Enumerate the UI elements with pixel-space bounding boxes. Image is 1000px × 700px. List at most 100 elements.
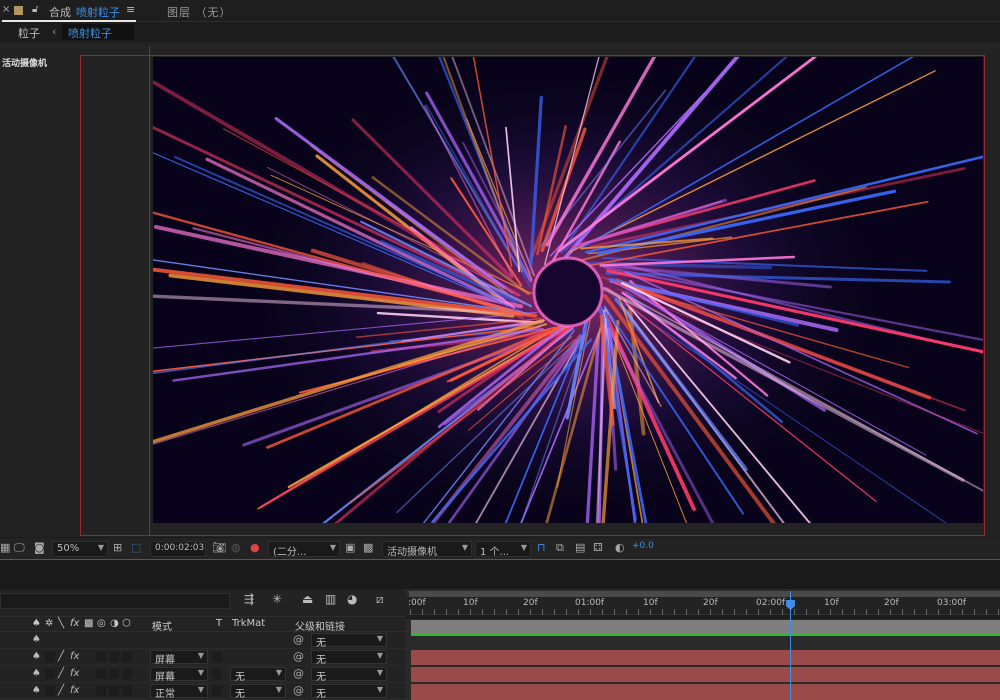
switch-box[interactable] <box>96 669 106 679</box>
mask-path-icon[interactable]: ⬚ <box>131 541 141 557</box>
switch-box[interactable] <box>122 686 132 696</box>
flowchart-icon[interactable]: ⚃ <box>593 541 603 557</box>
chevron-down-icon: ▼ <box>329 543 336 552</box>
color-channels-icon[interactable]: ● <box>250 541 260 557</box>
preserve-transparency-switch[interactable] <box>212 652 222 662</box>
lock-icon[interactable]: 🔓︎ <box>32 4 38 15</box>
monitor-icon[interactable]: 🖵︎ <box>14 541 25 557</box>
layer-duration-bar-adjustment[interactable] <box>411 620 1000 636</box>
camera-value: 活动摄像机 <box>387 547 437 558</box>
parent-dropdown[interactable]: 无 ▼ <box>311 684 387 700</box>
adjustment-column-icon: ◑ <box>110 618 119 629</box>
layer-row[interactable]: ♠ @ 无 ▼ <box>0 632 406 649</box>
preserve-transparency-switch[interactable] <box>212 686 222 696</box>
parent-dropdown[interactable]: 无 ▼ <box>311 633 387 649</box>
snapshot-icon[interactable]: 📷︎ <box>212 541 226 557</box>
switch-box[interactable] <box>109 669 119 679</box>
layer-duration-bar[interactable] <box>411 684 1000 700</box>
blend-mode-value: 屏幕 <box>155 672 175 683</box>
layer-row[interactable]: ♠ ╱ fx 屏幕 ▼ @ 无 ▼ <box>0 649 406 666</box>
camera-dropdown[interactable]: 活动摄像机 ▼ <box>382 541 472 558</box>
chevron-down-icon: ▼ <box>520 543 527 552</box>
fast-previews-icon[interactable]: ⧉ <box>556 541 564 557</box>
fx-icon[interactable]: fx <box>70 651 79 662</box>
switch-box[interactable] <box>109 652 119 662</box>
collapse-switch[interactable] <box>45 686 55 696</box>
motion-blur-icon[interactable]: ◕ <box>347 592 357 606</box>
mask-visibility-icon[interactable]: ◙ <box>34 541 45 557</box>
resolution-dropdown[interactable]: (二分... ▼ <box>268 541 340 558</box>
trkmat-dropdown[interactable]: 无 ▼ <box>230 667 286 683</box>
ruler-label: 10f <box>463 598 478 608</box>
switch-box[interactable] <box>96 652 106 662</box>
layer-row[interactable]: ♠ ╱ fx 正常 ▼ 无 ▼ @ 无 ▼ <box>0 683 406 700</box>
trkmat-dropdown[interactable]: 无 ▼ <box>230 684 286 700</box>
quality-icon[interactable]: ╱ <box>58 668 64 679</box>
timeline-graph-area[interactable]: :00f 10f 20f 01:00f 10f 20f 02:00f 10f 2… <box>406 589 1000 700</box>
blend-mode-dropdown[interactable]: 屏幕 ▼ <box>150 650 208 666</box>
show-snapshot-icon[interactable]: ◍ <box>231 541 241 557</box>
switch-box[interactable] <box>122 669 132 679</box>
always-preview-icon[interactable]: ▦ <box>0 541 10 557</box>
shy-icon[interactable]: ♠ <box>32 634 41 645</box>
composition-mini-flowchart-icon[interactable]: ⇶ <box>244 592 254 606</box>
panel-tab-bar: × 🔓︎ 合成 喷射粒子 ≡ 图层 （无） <box>0 0 1000 22</box>
tab-composition[interactable]: 🔓︎ 合成 喷射粒子 ≡ <box>2 0 136 22</box>
zoom-dropdown[interactable]: 50% ▼ <box>52 541 108 557</box>
shy-icon[interactable]: ♠ <box>32 651 41 662</box>
switch-box[interactable] <box>109 686 119 696</box>
preserve-transparency-switch[interactable] <box>212 669 222 679</box>
layer-duration-bar[interactable] <box>411 667 1000 682</box>
ruler-label: 10f <box>643 598 658 608</box>
safe-zones-icon[interactable]: ⊞ <box>113 541 122 557</box>
fx-icon[interactable]: fx <box>70 685 79 696</box>
switch-box[interactable] <box>96 686 106 696</box>
exposure-value[interactable]: +0.0 <box>632 541 654 557</box>
shy-column-icon: ♠ <box>32 618 41 629</box>
region-of-interest-icon[interactable]: ▣ <box>345 541 355 557</box>
comp-canvas[interactable] <box>153 57 983 523</box>
chevron-down-icon: ▼ <box>197 651 204 660</box>
mode-header: 模式 <box>152 622 172 633</box>
blend-mode-dropdown[interactable]: 屏幕 ▼ <box>150 667 208 683</box>
time-ruler[interactable]: :00f 10f 20f 01:00f 10f 20f 02:00f 10f 2… <box>406 597 1000 615</box>
toggle-pixel-aspect-icon[interactable]: ⊓ <box>537 541 546 557</box>
collapse-switch[interactable] <box>45 669 55 679</box>
fx-icon[interactable]: fx <box>70 668 79 679</box>
blend-mode-dropdown[interactable]: 正常 ▼ <box>150 684 208 700</box>
view-layout-dropdown[interactable]: 1 个... ▼ <box>475 541 531 558</box>
panel-menu-icon[interactable]: ≡ <box>126 3 135 16</box>
breadcrumb-parent[interactable]: 粒子 <box>18 25 40 41</box>
parent-dropdown[interactable]: 无 ▼ <box>311 667 387 683</box>
ruler-label: :00f <box>408 598 426 608</box>
shy-icon[interactable]: ♠ <box>32 668 41 679</box>
shy-layers-icon[interactable]: ⏏ <box>302 592 313 606</box>
frame-blend-column-icon: ▩ <box>84 618 94 629</box>
trkmat-value: 无 <box>235 672 245 683</box>
layer-duration-bar[interactable] <box>411 650 1000 665</box>
ruler-label: 01:00f <box>575 598 605 608</box>
collapse-switch[interactable] <box>45 652 55 662</box>
timeline-icon[interactable]: ▤ <box>575 541 585 557</box>
quality-icon[interactable]: ╱ <box>58 651 64 662</box>
tab-layer[interactable]: 图层 （无） <box>167 4 232 20</box>
3d-column-icon: ⬡ <box>122 618 131 629</box>
draft-3d-icon[interactable]: ✳ <box>272 592 282 606</box>
pickwhip-icon[interactable]: @ <box>293 667 304 680</box>
parent-dropdown[interactable]: 无 ▼ <box>311 650 387 666</box>
pickwhip-icon[interactable]: @ <box>293 633 304 646</box>
shy-icon[interactable]: ♠ <box>32 685 41 696</box>
transparency-grid-icon[interactable]: ▩ <box>363 541 373 557</box>
switch-box[interactable] <box>122 652 132 662</box>
layer-row[interactable]: ♠ ╱ fx 屏幕 ▼ 无 ▼ @ 无 ▼ <box>0 666 406 683</box>
quality-icon[interactable]: ╱ <box>58 685 64 696</box>
motion-blur-column-icon: ◎ <box>97 618 106 629</box>
reset-exposure-icon[interactable]: ◐ <box>615 541 625 557</box>
breadcrumb-active[interactable]: 喷射粒子 <box>62 24 134 40</box>
layer-search-input[interactable] <box>0 593 230 609</box>
frame-blending-icon[interactable]: ▥ <box>325 592 336 606</box>
graph-editor-icon[interactable]: ⧄ <box>376 592 384 607</box>
pickwhip-icon[interactable]: @ <box>293 684 304 697</box>
pickwhip-icon[interactable]: @ <box>293 650 304 663</box>
current-time-field[interactable]: 0:00:02:03 <box>150 541 206 557</box>
